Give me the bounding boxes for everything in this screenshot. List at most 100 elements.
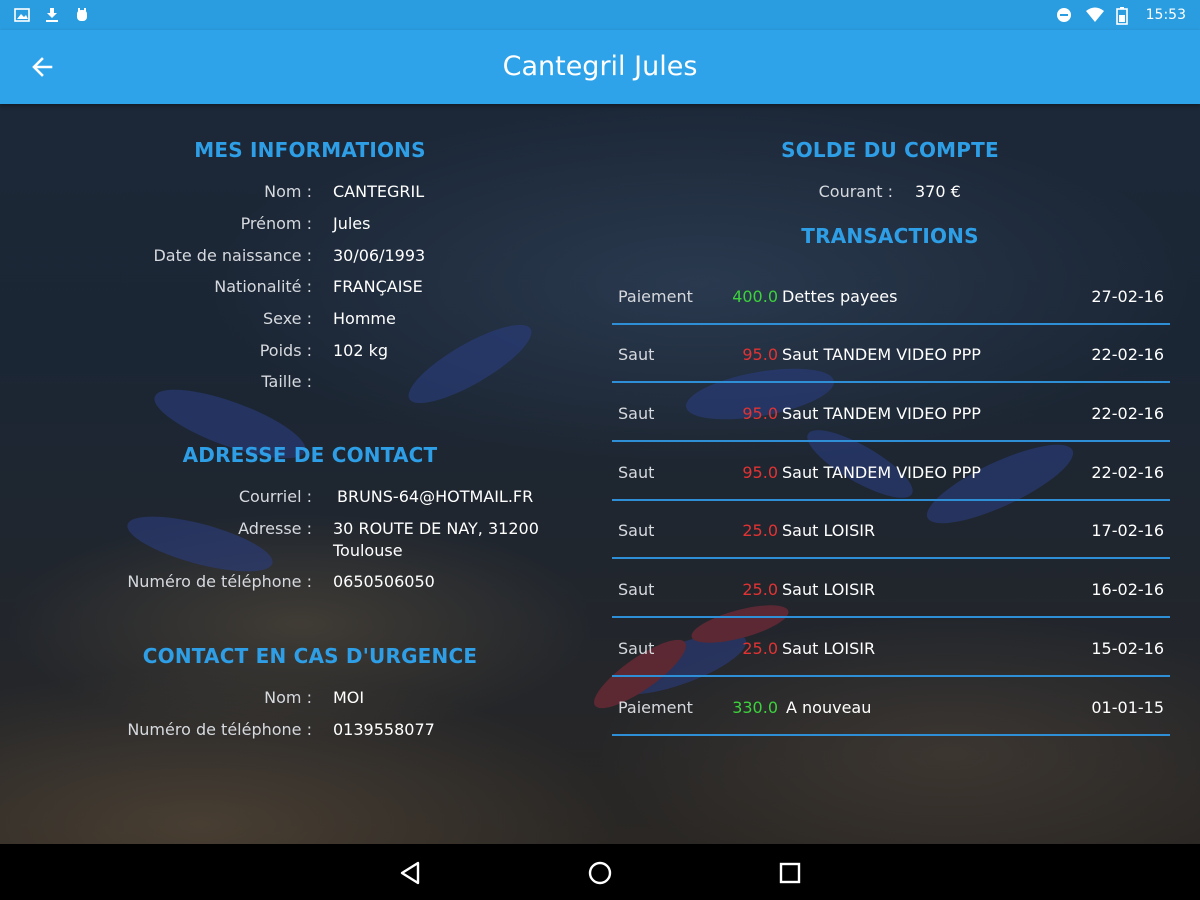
transaction-description: Dettes payees [782,287,898,306]
status-right-icons: 15:53 [1056,7,1186,25]
battery-icon [1115,7,1132,25]
transaction-date: 15-02-16 [1091,639,1164,658]
info-label: Taille : [261,372,312,391]
app-bar: Cantegril Jules [0,30,1200,104]
transaction-date: 27-02-16 [1091,287,1164,306]
profile-content: MES INFORMATIONS Nom : CANTEGRIL Prénom … [0,104,1200,844]
nav-recents-icon [779,862,801,884]
transaction-row: Paiement 330.0 A nouveau 01-01-15 [612,678,1170,736]
info-row-telephone: Numéro de téléphone : [0,571,312,593]
back-button[interactable] [22,47,62,87]
transaction-date: 22-02-16 [1091,404,1164,423]
info-value-courriel: BRUNS-64@HOTMAIL.FR [337,487,534,506]
transaction-description: Saut LOISIR [782,580,876,599]
info-label: Date de naissance : [153,246,312,265]
transaction-description: Saut LOISIR [782,639,876,658]
info-value-prenom: Jules [333,214,371,233]
transaction-description: Saut LOISIR [782,521,876,540]
status-left-icons [14,7,90,23]
info-row-courriel: Courriel : [0,486,312,508]
transaction-amount: 95.0 [742,404,778,423]
transaction-date: 22-02-16 [1091,345,1164,364]
info-value-nationalite: FRANÇAISE [333,277,423,296]
transaction-row: Paiement 400.0 Dettes payees 27-02-16 [612,267,1170,325]
info-row-prenom: Prénom : [0,213,312,235]
transaction-row: Saut 95.0 Saut TANDEM VIDEO PPP 22-02-16 [612,443,1170,501]
transaction-description: Saut TANDEM VIDEO PPP [782,463,981,482]
section-title-contact-urgence: CONTACT EN CAS D'URGENCE [142,644,478,668]
transaction-type: Saut [618,463,655,482]
nav-home-icon [588,861,612,885]
section-title-mes-informations: MES INFORMATIONS [194,138,426,162]
info-value-adresse-city: Toulouse [333,541,403,560]
transaction-amount: 25.0 [742,580,778,599]
transaction-date: 16-02-16 [1091,580,1164,599]
transaction-amount: 25.0 [742,639,778,658]
section-title-solde: SOLDE DU COMPTE [781,138,999,162]
transaction-type: Saut [618,521,655,540]
transaction-type: Paiement [618,287,693,306]
info-row-date-naissance: Date de naissance : [0,245,312,267]
nav-back-button[interactable] [396,858,426,888]
info-label: Sexe : [262,309,312,328]
navigation-bar [0,844,1200,900]
info-value-sexe: Homme [333,309,396,328]
transaction-amount: 400.0 [732,287,778,306]
image-icon [14,7,30,23]
transaction-amount: 25.0 [742,521,778,540]
solde-label: Courant : [818,182,893,201]
info-row-urgence-telephone: Numéro de téléphone : [0,719,312,741]
transaction-date: 01-01-15 [1091,698,1164,717]
transaction-description: Saut TANDEM VIDEO PPP [782,345,981,364]
info-label: Numéro de téléphone : [127,572,312,591]
section-title-transactions: TRANSACTIONS [801,224,979,248]
info-row-sexe: Sexe : [0,308,312,330]
info-label: Prénom : [240,214,312,233]
solde-value: 370 € [915,182,961,201]
transaction-row: Saut 95.0 Saut TANDEM VIDEO PPP 22-02-16 [612,384,1170,442]
solde-row: Courant : [0,181,893,203]
transaction-row: Saut 95.0 Saut TANDEM VIDEO PPP 22-02-16 [612,325,1170,383]
nav-recents-button[interactable] [775,858,805,888]
transaction-type: Saut [618,404,655,423]
info-value-urgence-telephone: 0139558077 [333,720,435,739]
transaction-row: Saut 25.0 Saut LOISIR 17-02-16 [612,501,1170,559]
info-value-date-naissance: 30/06/1993 [333,246,426,265]
info-row-urgence-nom: Nom : [0,687,312,709]
bug-icon [74,7,90,23]
transaction-description: Saut TANDEM VIDEO PPP [782,404,981,423]
transaction-amount: 330.0 [732,698,778,717]
info-value-urgence-nom: MOI [333,688,365,707]
info-label: Nom : [264,688,312,707]
transaction-type: Paiement [618,698,693,717]
info-value-poids: 102 kg [333,341,389,360]
section-title-adresse-contact: ADRESSE DE CONTACT [182,443,438,467]
status-bar: 15:53 [0,0,1200,30]
nav-back-icon [400,861,420,885]
transaction-row: Saut 25.0 Saut LOISIR 15-02-16 [612,619,1170,677]
info-label: Courriel : [238,487,312,506]
info-row-taille: Taille : [0,371,312,393]
info-label: Nationalité : [214,277,312,296]
transaction-date: 17-02-16 [1091,521,1164,540]
info-value-telephone: 0650506050 [333,572,435,591]
info-label: Poids : [259,341,312,360]
transaction-amount: 95.0 [742,345,778,364]
info-row-adresse: Adresse : [0,518,312,540]
info-row-poids: Poids : [0,340,312,362]
arrow-back-icon [32,57,53,77]
nav-home-button[interactable] [585,858,615,888]
info-label: Numéro de téléphone : [127,720,312,739]
transaction-type: Saut [618,345,655,364]
download-icon [44,7,60,23]
wifi-icon [1085,7,1104,23]
page-title: Cantegril Jules [502,51,698,82]
info-row-nationalite: Nationalité : [0,276,312,298]
do-not-disturb-icon [1056,7,1072,23]
transaction-description: A nouveau [786,698,872,717]
transaction-date: 22-02-16 [1091,463,1164,482]
transaction-row: Saut 25.0 Saut LOISIR 16-02-16 [612,560,1170,618]
transaction-type: Saut [618,580,655,599]
info-label: Adresse : [238,519,312,538]
info-value-adresse: 30 ROUTE DE NAY, 31200 [333,519,539,538]
